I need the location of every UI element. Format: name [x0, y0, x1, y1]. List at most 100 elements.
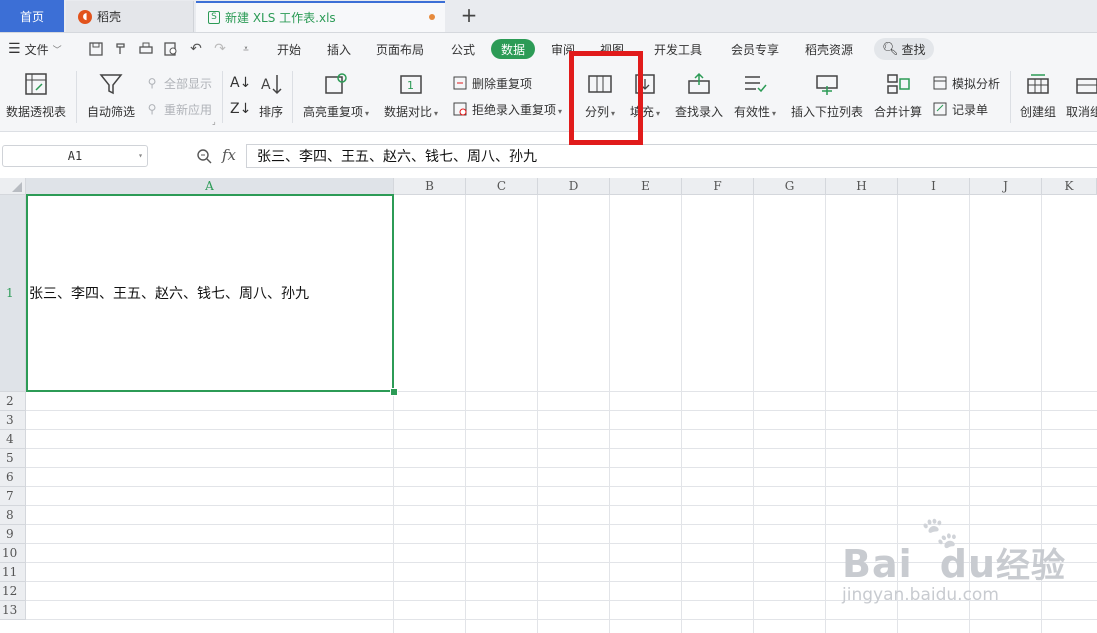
row-header-12[interactable]: 12 — [0, 582, 26, 601]
sort-ascending-icon[interactable]: A↓ — [230, 73, 251, 93]
tab-current-file[interactable]: S 新建 XLS 工作表.xls — [196, 1, 445, 32]
pivot-table-icon — [21, 69, 51, 99]
zoom-formula-icon[interactable] — [196, 148, 212, 168]
redo-icon[interactable]: ↷ — [212, 41, 228, 57]
insert-dropdown-icon — [812, 69, 842, 99]
gridline — [26, 448, 1097, 449]
row-header-1[interactable]: 1 — [0, 195, 26, 392]
what-if-analysis-button[interactable]: 模拟分析 — [932, 73, 1000, 93]
print-icon[interactable] — [138, 41, 154, 57]
column-header-b[interactable]: B — [394, 178, 466, 195]
menu-developer[interactable]: 开发工具 — [654, 33, 702, 65]
highlight-duplicates-icon — [321, 69, 351, 99]
print-preview-icon[interactable] — [163, 41, 179, 57]
menu-insert[interactable]: 插入 — [327, 33, 351, 65]
column-header-a[interactable]: A — [26, 178, 394, 195]
column-header-e[interactable]: E — [610, 178, 682, 195]
new-tab-plus-icon[interactable]: + — [458, 3, 480, 27]
menu-page-layout[interactable]: 页面布局 — [376, 33, 424, 65]
lookup-entry-icon — [684, 69, 714, 99]
what-if-analysis-label: 模拟分析 — [952, 76, 1001, 91]
insert-function-icon[interactable]: fx — [222, 146, 236, 164]
data-validation-label: 有效性 ▾ — [734, 105, 777, 119]
gridline — [26, 429, 1097, 430]
chevron-down-icon: ﹀ — [52, 45, 62, 56]
data-compare-button[interactable]: 1 数据对比 ▾ — [384, 69, 438, 125]
filter-funnel-icon — [96, 69, 126, 99]
show-all-button[interactable]: ⚲ 全部显示 — [144, 73, 212, 93]
menu-docer-resources[interactable]: 稻壳资源 — [805, 33, 853, 65]
autofilter-button[interactable]: 自动筛选 — [87, 69, 135, 125]
insert-dropdown-list-button[interactable]: 插入下拉列表 — [791, 69, 863, 125]
record-form-label: 记录单 — [952, 102, 989, 117]
column-header-f[interactable]: F — [682, 178, 754, 195]
fill-handle[interactable] — [390, 388, 398, 396]
ungroup-label: 取消组 — [1066, 105, 1097, 119]
pivot-table-button[interactable]: 数据透视表 — [6, 69, 66, 125]
reapply-button[interactable]: ⚲ 重新应用 — [144, 99, 212, 119]
select-all-corner[interactable] — [0, 178, 26, 195]
customize-dropdown-icon[interactable]: ⩡ — [238, 41, 254, 57]
menu-data[interactable]: 数据 — [491, 39, 536, 59]
sort-icon: A — [256, 69, 286, 99]
row-header-7[interactable]: 7 — [0, 487, 26, 506]
ungroup-button[interactable]: 取消组 — [1066, 69, 1097, 125]
record-form-button[interactable]: 记录单 — [932, 99, 988, 119]
consolidate-icon — [883, 69, 913, 99]
menu-bar: ☰ 文件 ﹀ ↶ ↷ ⩡ 开始 插入 页面布局 公式 数据 审阅 视图 开发工具… — [0, 33, 1097, 65]
column-header-g[interactable]: G — [754, 178, 826, 195]
row-header-6[interactable]: 6 — [0, 468, 26, 487]
row-header-13[interactable]: 13 — [0, 601, 26, 620]
search-button[interactable]: 🔍︎ 查找 — [874, 38, 934, 60]
consolidate-label: 合并计算 — [874, 105, 923, 119]
menu-home[interactable]: 开始 — [277, 33, 301, 65]
chevron-down-icon[interactable]: ▾ — [138, 151, 143, 160]
column-header-h[interactable]: H — [826, 178, 898, 195]
format-painter-icon[interactable] — [113, 41, 129, 57]
tab-docer[interactable]: ◖ 稻壳 — [66, 1, 194, 32]
gridline — [26, 486, 1097, 487]
ungroup-icon — [1069, 69, 1097, 99]
remove-duplicates-label: 删除重复项 — [472, 76, 533, 91]
pivot-table-label: 数据透视表 — [6, 105, 67, 119]
row-header-2[interactable]: 2 — [0, 392, 26, 411]
data-validation-button[interactable]: 有效性 ▾ — [734, 69, 776, 125]
remove-duplicates-button[interactable]: 删除重复项 — [452, 73, 532, 93]
dialog-launcher-icon[interactable]: ⌟ — [212, 117, 216, 126]
formula-bar: A1 ▾ fx 张三、李四、王五、赵六、钱七、周八、孙九 — [0, 141, 1097, 171]
menu-formulas[interactable]: 公式 — [451, 33, 475, 65]
highlight-duplicates-button[interactable]: 高亮重复项 ▾ — [303, 69, 369, 125]
formula-input[interactable]: 张三、李四、王五、赵六、钱七、周八、孙九 — [246, 144, 1097, 168]
cell-a1[interactable]: 张三、李四、王五、赵六、钱七、周八、孙九 — [26, 194, 394, 392]
column-header-c[interactable]: C — [466, 178, 538, 195]
column-header-i[interactable]: I — [898, 178, 970, 195]
row-header-11[interactable]: 11 — [0, 563, 26, 582]
create-group-icon — [1023, 69, 1053, 99]
tab-home[interactable]: 首页 — [0, 0, 64, 32]
sort-button[interactable]: A 排序 — [256, 69, 286, 125]
file-menu-label: 文件 — [24, 42, 49, 57]
ribbon-data: 数据透视表 自动筛选 ⚲ 全部显示 ⚲ 重新应用 A↓ Z↓ A 排序 高亮重复… — [0, 65, 1097, 132]
save-icon[interactable] — [88, 41, 104, 57]
undo-icon[interactable]: ↶ — [188, 41, 204, 57]
file-menu[interactable]: ☰ 文件 ﹀ — [8, 33, 62, 65]
sort-descending-icon[interactable]: Z↓ — [230, 99, 251, 119]
create-group-button[interactable]: 创建组 — [1020, 69, 1056, 125]
lookup-entry-button[interactable]: 查找录入 — [675, 69, 723, 125]
row-header-8[interactable]: 8 — [0, 506, 26, 525]
column-header-k[interactable]: K — [1042, 178, 1097, 195]
highlight-duplicates-label: 高亮重复项 ▾ — [303, 105, 370, 119]
row-header-9[interactable]: 9 — [0, 525, 26, 544]
consolidate-button[interactable]: 合并计算 — [874, 69, 922, 125]
column-header-d[interactable]: D — [538, 178, 610, 195]
row-header-10[interactable]: 10 — [0, 544, 26, 563]
name-box[interactable]: A1 ▾ — [2, 145, 148, 167]
column-header-j[interactable]: J — [970, 178, 1042, 195]
menu-member[interactable]: 会员专享 — [731, 33, 779, 65]
unsaved-indicator — [429, 14, 435, 20]
reject-duplicates-button[interactable]: 拒绝录入重复项 ▾ — [452, 99, 562, 119]
row-header-3[interactable]: 3 — [0, 411, 26, 430]
ribbon-separator — [292, 71, 293, 123]
row-header-4[interactable]: 4 — [0, 430, 26, 449]
row-header-5[interactable]: 5 — [0, 449, 26, 468]
